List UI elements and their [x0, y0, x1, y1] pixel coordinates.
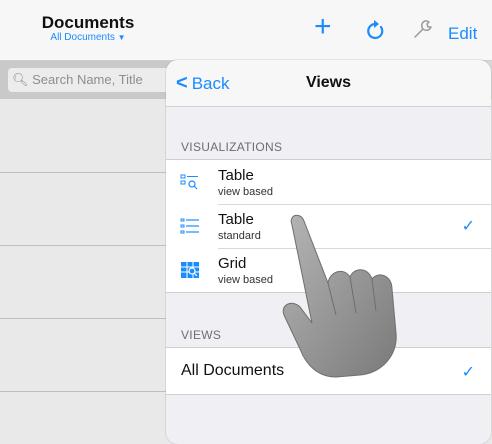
- search-icon: 🔍︎: [12, 72, 29, 87]
- edit-button[interactable]: Edit: [448, 24, 477, 44]
- add-button[interactable]: +: [314, 12, 332, 42]
- visualization-subtitle: view based: [218, 274, 274, 286]
- documents-filter-label: All Documents: [50, 32, 115, 43]
- checkmark-icon: ✓: [461, 364, 475, 381]
- checkmark-icon: ✓: [461, 218, 475, 235]
- settings-button[interactable]: [412, 18, 434, 45]
- visualization-subtitle: view based: [218, 186, 274, 198]
- wrench-icon: [414, 20, 432, 38]
- documents-title-menu[interactable]: Documents All Documents ▼: [32, 14, 144, 44]
- search-bar: 🔍︎ Search Name, Title: [0, 61, 212, 99]
- popover-arrow: [416, 50, 436, 60]
- visualization-row[interactable]: Table view based: [166, 160, 491, 204]
- table-view-based-icon: [180, 174, 198, 190]
- visualization-name: Grid: [218, 255, 247, 272]
- view-name: All Documents: [181, 362, 285, 379]
- list-separator: [0, 172, 170, 173]
- documents-filter[interactable]: All Documents ▼: [32, 32, 144, 44]
- visualization-name: Table: [218, 167, 254, 184]
- pointing-hand-icon: [282, 214, 397, 378]
- search-placeholder: Search Name, Title: [32, 72, 143, 87]
- refresh-button[interactable]: [364, 18, 386, 47]
- section-header-views: VIEWS: [181, 328, 222, 342]
- chevron-down-icon: ▼: [117, 33, 126, 42]
- popover-title: Views: [305, 74, 352, 91]
- list-separator: [0, 318, 170, 319]
- plus-icon: +: [314, 10, 332, 43]
- table-standard-icon: [180, 218, 199, 234]
- popover-nav-bar: < Back Views: [166, 60, 491, 107]
- refresh-icon: [367, 20, 384, 40]
- visualization-subtitle: standard: [218, 230, 261, 242]
- section-header-visualizations: VISUALIZATIONS: [181, 140, 283, 154]
- page-title: Documents: [41, 13, 135, 32]
- grid-icon: [181, 262, 199, 278]
- list-separator: [0, 245, 170, 246]
- visualization-name: Table: [218, 211, 254, 228]
- list-separator: [0, 391, 170, 392]
